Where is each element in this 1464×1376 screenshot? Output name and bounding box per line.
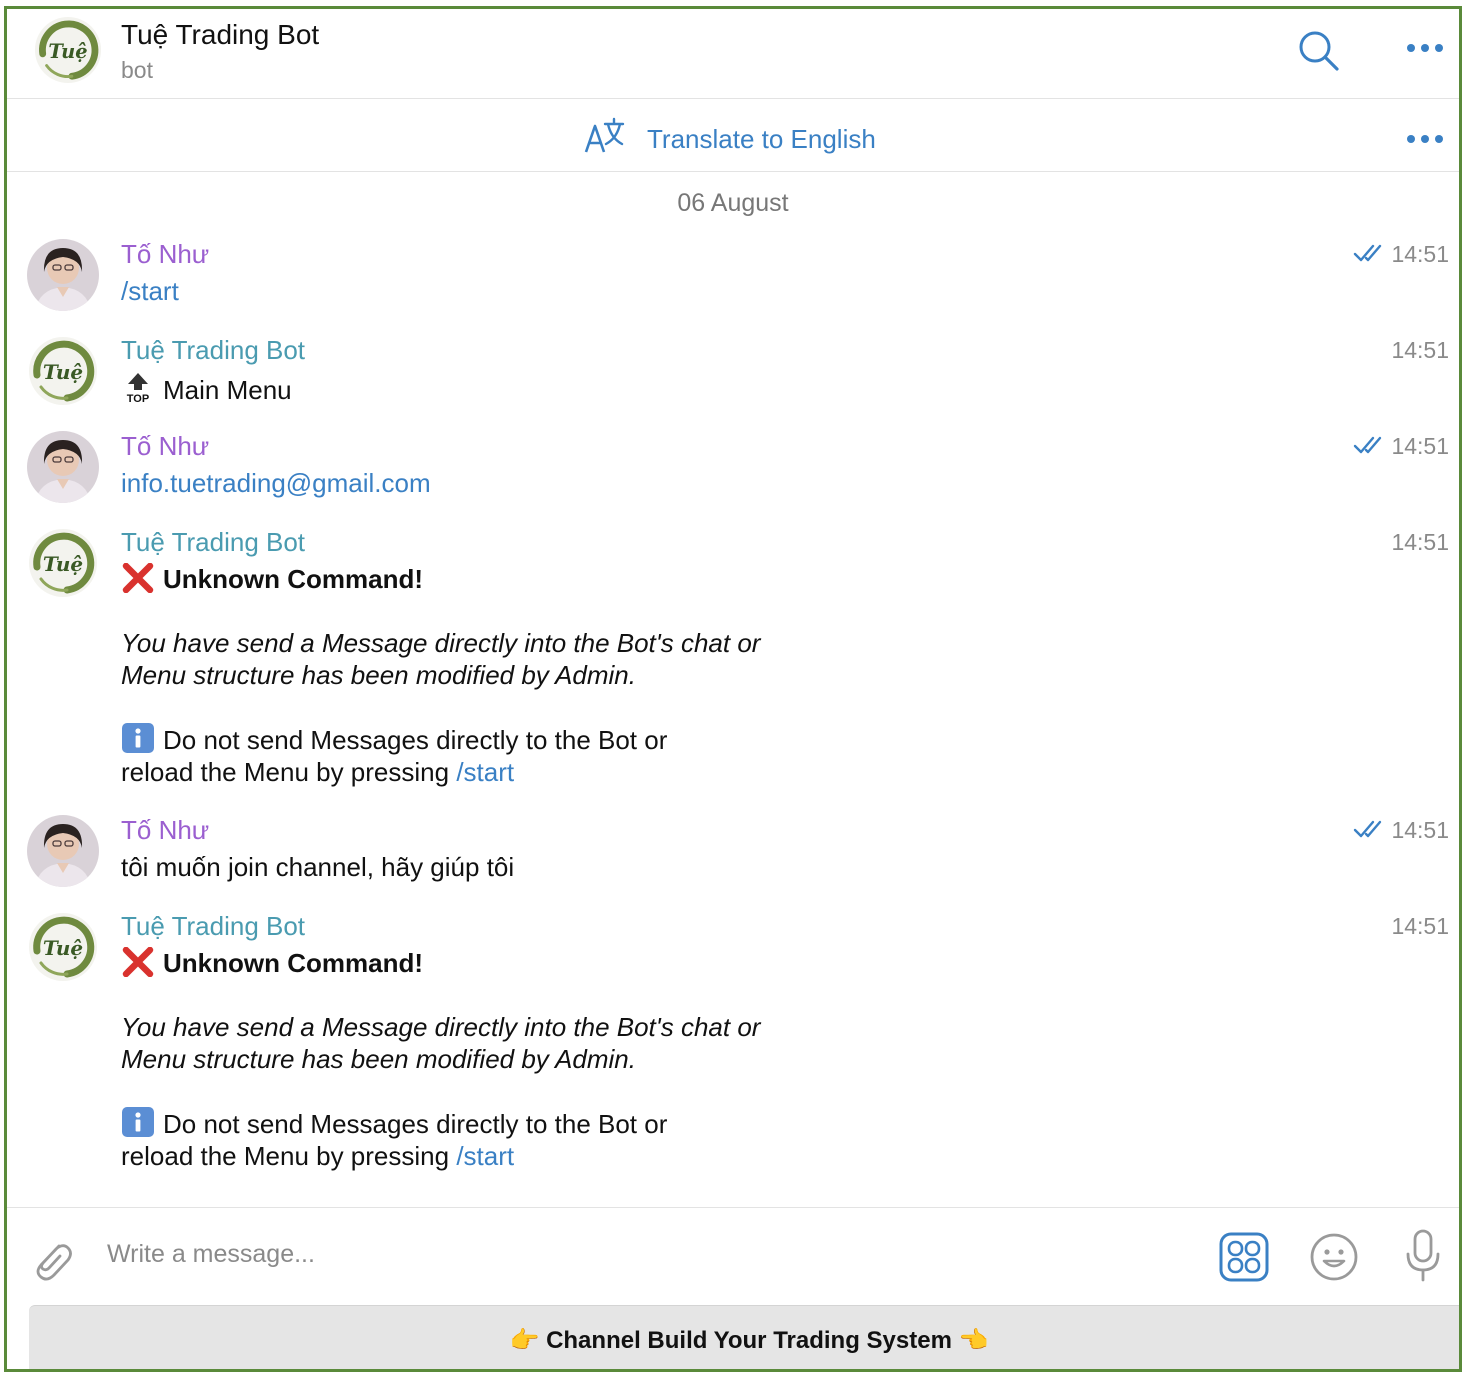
- chat-header: Tuệ Trading Bot bot: [7, 9, 1459, 99]
- top-arrow-icon: [121, 371, 155, 403]
- error-detail: Menu structure has been modified by Admi…: [121, 660, 636, 690]
- channel-keyboard-button[interactable]: 👉 Channel Build Your Trading System 👈: [29, 1305, 1459, 1369]
- search-icon[interactable]: [1297, 29, 1341, 73]
- message-text: tôi muốn join channel, hãy giúp tôi: [121, 852, 515, 882]
- user-avatar[interactable]: [27, 239, 99, 311]
- cross-mark-icon: [121, 563, 155, 593]
- read-ticks-icon: [1353, 242, 1387, 264]
- user-avatar[interactable]: [27, 815, 99, 887]
- date-separator: 06 August: [677, 189, 789, 217]
- message-time: 14:51: [1353, 433, 1449, 460]
- paperclip-icon[interactable]: [29, 1234, 73, 1282]
- translate-more-icon[interactable]: [1403, 124, 1447, 154]
- error-detail: You have send a Message directly into th…: [121, 628, 761, 658]
- sender-name[interactable]: Tố Như: [121, 815, 209, 846]
- message-text: Main Menu: [121, 371, 292, 406]
- message-text: Unknown Command! You have send a Message…: [121, 947, 760, 1172]
- info-text: Do not send Messages directly to the Bot…: [163, 1109, 668, 1139]
- chat-subtitle: bot: [121, 57, 153, 83]
- sender-name[interactable]: Tố Như: [121, 239, 209, 270]
- info-icon: [121, 723, 155, 753]
- keyboard-button-label: 👉 Channel Build Your Trading System 👈: [509, 1327, 989, 1354]
- message-time: 14:51: [1391, 529, 1449, 555]
- command-link[interactable]: /start: [121, 276, 179, 306]
- message-time: 14:51: [1353, 241, 1449, 268]
- message-composer: [7, 1207, 1459, 1303]
- error-detail: Menu structure has been modified by Admi…: [121, 1044, 636, 1074]
- translate-bar: Translate to English: [7, 100, 1459, 172]
- more-options-icon[interactable]: [1403, 33, 1447, 63]
- bot-avatar[interactable]: [27, 527, 99, 599]
- emoji-icon[interactable]: [1309, 1232, 1359, 1282]
- error-heading: Unknown Command!: [163, 564, 423, 594]
- bot-avatar[interactable]: [27, 335, 99, 407]
- translate-icon[interactable]: [583, 116, 625, 156]
- sender-name[interactable]: Tuệ Trading Bot: [121, 911, 305, 942]
- message-input[interactable]: [107, 1232, 1187, 1276]
- read-ticks-icon: [1353, 434, 1387, 456]
- microphone-icon[interactable]: [1403, 1228, 1443, 1284]
- chat-title[interactable]: Tuệ Trading Bot: [121, 19, 319, 51]
- bot-avatar[interactable]: [33, 15, 103, 85]
- info-text: reload the Menu by pressing: [121, 1141, 450, 1171]
- read-ticks-icon: [1353, 818, 1387, 840]
- message-time: 14:51: [1391, 337, 1449, 363]
- bot-keyboard-icon[interactable]: [1219, 1232, 1269, 1282]
- cross-mark-icon: [121, 947, 155, 977]
- bot-avatar[interactable]: [27, 911, 99, 983]
- email-link[interactable]: info.tuetrading@gmail.com: [121, 468, 431, 498]
- command-link[interactable]: /start: [456, 757, 514, 787]
- chat-window: Tuệ Trading Bot bot Translate to English…: [4, 6, 1462, 1372]
- error-heading: Unknown Command!: [163, 948, 423, 978]
- sender-name[interactable]: Tuệ Trading Bot: [121, 335, 305, 366]
- translate-button[interactable]: Translate to English: [647, 124, 876, 155]
- command-link[interactable]: /start: [456, 1141, 514, 1171]
- message-time: 14:51: [1391, 913, 1449, 939]
- info-text: Do not send Messages directly to the Bot…: [163, 725, 668, 755]
- message-text: info.tuetrading@gmail.com: [121, 467, 431, 499]
- user-avatar[interactable]: [27, 431, 99, 503]
- info-text: reload the Menu by pressing: [121, 757, 450, 787]
- error-detail: You have send a Message directly into th…: [121, 1012, 761, 1042]
- message-time: 14:51: [1353, 817, 1449, 844]
- message-text: /start: [121, 275, 179, 307]
- message-text: Unknown Command! You have send a Message…: [121, 563, 760, 788]
- info-icon: [121, 1107, 155, 1137]
- sender-name[interactable]: Tuệ Trading Bot: [121, 527, 305, 558]
- sender-name[interactable]: Tố Như: [121, 431, 209, 462]
